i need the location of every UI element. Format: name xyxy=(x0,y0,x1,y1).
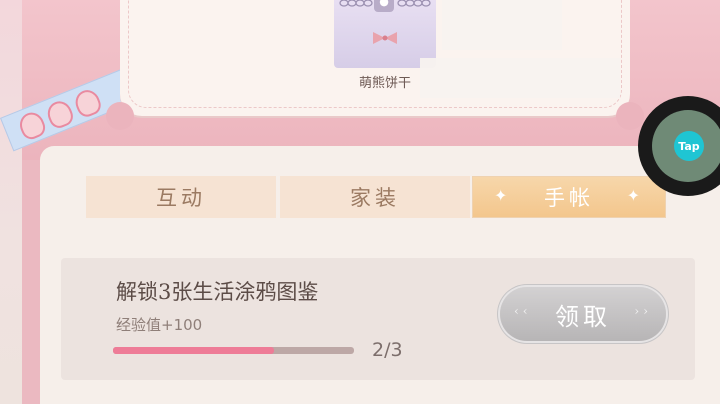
left-decoration-strip xyxy=(0,0,22,404)
tab-label: 互动 xyxy=(156,186,206,210)
task-reward: 经验值+100 xyxy=(116,316,203,334)
reward-ticket-card: ● 萌熊饼干 xyxy=(106,0,644,130)
arrow-right-icon: ›› xyxy=(634,304,652,318)
chibi-sticker xyxy=(43,97,76,131)
sparkle-icon: ✦ xyxy=(494,186,512,205)
obscured-area xyxy=(442,0,562,50)
tab-interaction[interactable]: 互动 xyxy=(86,176,276,218)
arrow-left-icon: ‹‹ xyxy=(514,304,532,318)
claim-button-label: 领取 xyxy=(555,302,611,331)
reward-item-name: 萌熊饼干 xyxy=(358,76,411,91)
claim-button[interactable]: ‹‹ 领取 ›› xyxy=(500,287,666,341)
chibi-sticker xyxy=(16,108,49,143)
tap-label: Tap xyxy=(678,139,700,153)
obscured-area xyxy=(420,58,620,98)
progress-bar xyxy=(113,347,354,354)
bow-icon xyxy=(373,32,397,44)
tab-home-decor[interactable]: 家装 xyxy=(280,176,470,218)
task-title: 解锁3张生活涂鸦图鉴 xyxy=(116,280,319,304)
lock-icon: ● xyxy=(374,0,394,12)
progress-fill xyxy=(113,347,275,354)
tab-bar: 互动 家装 ✦ 手帐 ✦ xyxy=(86,176,666,218)
chibi-sticker xyxy=(71,86,104,120)
tab-journal[interactable]: ✦ 手帐 ✦ xyxy=(472,176,666,218)
tab-label: 家装 xyxy=(350,186,400,210)
tap-icon[interactable]: Tap xyxy=(674,131,704,161)
progress-text: 2/3 xyxy=(372,339,403,361)
sparkle-icon: ✦ xyxy=(626,186,644,205)
tab-label: 手帐 xyxy=(544,186,594,210)
